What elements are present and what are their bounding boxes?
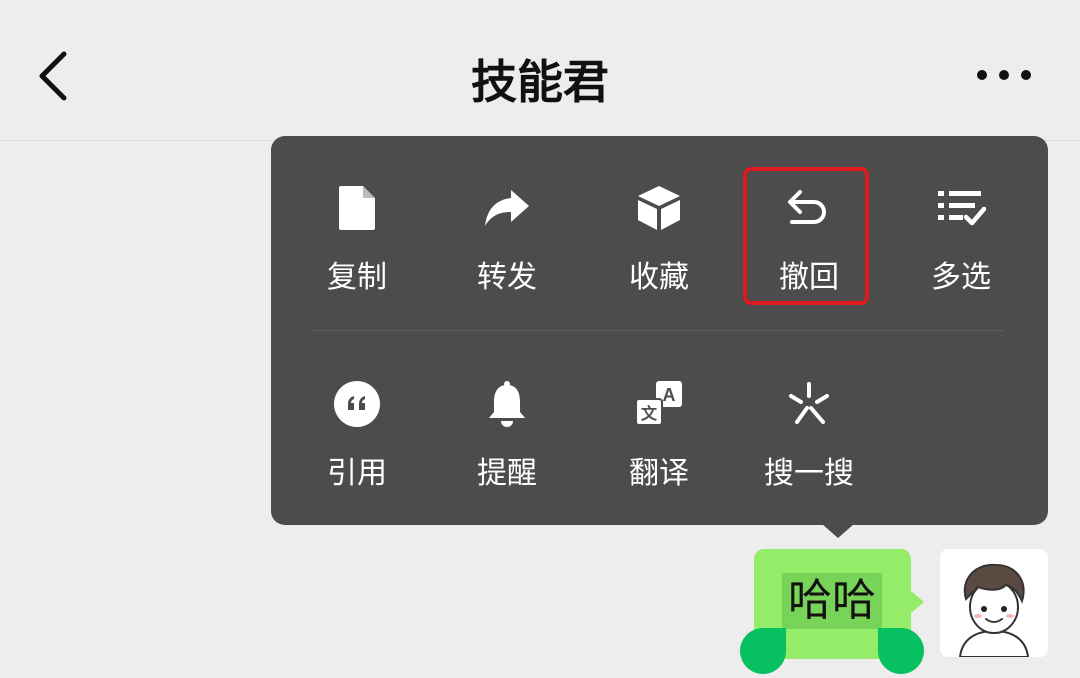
message-text[interactable]: 哈哈 — [782, 573, 882, 629]
menu-item-remind[interactable]: 提醒 — [437, 376, 577, 491]
menu-item-label: 引用 — [327, 456, 387, 491]
menu-item-copy[interactable]: 复制 — [287, 180, 427, 295]
translate-icon: A 文 — [635, 381, 682, 426]
checklist-icon — [938, 191, 986, 226]
message-context-menu: 复制 转发 收藏 撤回 多选 引用 提醒 A 文 翻译 搜一搜 — [271, 136, 1048, 525]
cartoon-boy-avatar-icon — [958, 563, 1030, 657]
share-arrow-icon — [485, 190, 529, 226]
menu-item-label: 转发 — [477, 260, 537, 295]
menu-item-search[interactable]: 搜一搜 — [739, 376, 879, 491]
menu-divider — [311, 330, 1004, 331]
menu-item-forward[interactable]: 转发 — [437, 180, 577, 295]
menu-item-label: 提醒 — [477, 456, 537, 491]
menu-item-multiselect[interactable]: 多选 — [891, 180, 1031, 295]
menu-item-label: 多选 — [931, 260, 991, 295]
selection-handle-end[interactable] — [878, 628, 924, 674]
menu-item-label: 搜一搜 — [764, 456, 854, 491]
chat-title: 技能君 — [471, 55, 609, 109]
cube-icon — [638, 186, 680, 230]
selection-handle-start[interactable] — [740, 628, 786, 674]
popup-pointer — [822, 524, 854, 538]
bubble-tail — [910, 590, 924, 614]
sparkle-search-icon — [789, 382, 829, 424]
bell-icon — [489, 381, 525, 427]
svg-text:文: 文 — [641, 404, 658, 423]
menu-item-favorite[interactable]: 收藏 — [589, 180, 729, 295]
menu-item-label: 翻译 — [629, 456, 689, 491]
menu-item-quote[interactable]: 引用 — [287, 376, 427, 491]
quote-icon — [334, 381, 380, 427]
menu-item-translate[interactable]: A 文 翻译 — [589, 376, 729, 491]
recall-highlight-box — [743, 167, 869, 305]
menu-item-label: 复制 — [327, 260, 387, 295]
file-icon — [339, 186, 375, 230]
avatar[interactable] — [940, 549, 1048, 657]
more-dots-icon[interactable] — [970, 60, 1040, 90]
svg-text:A: A — [663, 385, 676, 405]
nav-bar: 技能君 — [0, 0, 1080, 141]
menu-item-label: 收藏 — [629, 260, 689, 295]
